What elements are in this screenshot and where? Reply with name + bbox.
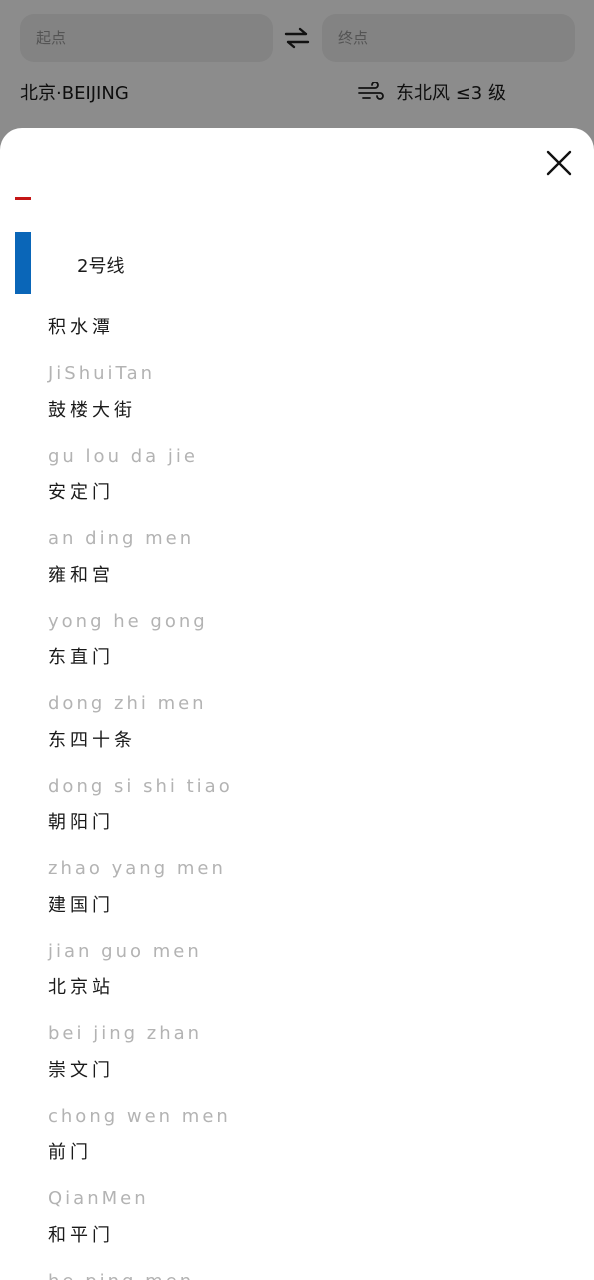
station-pinyin: dong si shi tiao: [48, 775, 233, 797]
line-detail-sheet: 2号线 积水潭 JiShuiTan 鼓楼大街 gu lou da jie 安定门 an d…: [0, 128, 594, 1280]
station-item[interactable]: 安定门 an ding men: [48, 476, 568, 559]
station-name: 建国门: [48, 894, 114, 916]
station-pinyin: bei jing zhan: [48, 1023, 203, 1044]
station-pinyin: gu lou da jie: [48, 445, 198, 467]
station-item[interactable]: 建国门 jian guo men: [48, 889, 568, 972]
station-item[interactable]: 崇文门 chong wen men: [48, 1054, 568, 1137]
close-icon[interactable]: [544, 148, 574, 178]
station-pinyin: dong zhi men: [48, 693, 207, 714]
station-name: 北京站: [48, 977, 114, 998]
station-list: 积水潭 JiShuiTan 鼓楼大街 gu lou da jie 安定门 an ding …: [48, 311, 568, 1280]
station-name: 朝阳门: [48, 812, 114, 833]
line-header: 2号线: [15, 232, 575, 294]
station-pinyin: QianMen: [48, 1188, 149, 1209]
station-item[interactable]: 东四十条 dong si shi tiao: [48, 724, 568, 807]
station-item[interactable]: 东直门 dong zhi men: [48, 641, 568, 724]
station-item[interactable]: 和平门 he ping men: [48, 1219, 568, 1280]
station-item[interactable]: 鼓楼大街 gu lou da jie: [48, 394, 568, 477]
station-pinyin: JiShuiTan: [48, 363, 156, 384]
station-pinyin: he ping men: [48, 1260, 568, 1280]
station-item[interactable]: 北京站 bei jing zhan: [48, 971, 568, 1054]
station-name: 安定门: [48, 482, 114, 503]
station-name: 雍和宫: [48, 564, 114, 586]
station-item[interactable]: 雍和宫 yong he gong: [48, 559, 568, 642]
line-name: 2号线: [77, 256, 125, 277]
station-pinyin: an ding men: [48, 528, 195, 549]
station-pinyin: jian guo men: [48, 940, 202, 962]
station-pinyin: chong wen men: [48, 1105, 231, 1127]
station-name: 积水潭: [48, 317, 114, 338]
station-name: 崇文门: [48, 1059, 114, 1081]
station-name: 和平门: [48, 1224, 114, 1246]
accent-dash: [15, 197, 31, 200]
station-name: 鼓楼大街: [48, 399, 136, 421]
station-item[interactable]: 朝阳门 zhao yang men: [48, 806, 568, 889]
station-name: 东直门: [48, 647, 114, 668]
station-pinyin: yong he gong: [48, 610, 208, 632]
station-item[interactable]: 前门 QianMen: [48, 1136, 568, 1219]
station-pinyin: zhao yang men: [48, 858, 226, 879]
station-item[interactable]: 积水潭 JiShuiTan: [48, 311, 568, 394]
station-name: 前门: [48, 1142, 92, 1163]
station-name: 东四十条: [48, 729, 136, 751]
line-color-bar: [15, 232, 31, 294]
